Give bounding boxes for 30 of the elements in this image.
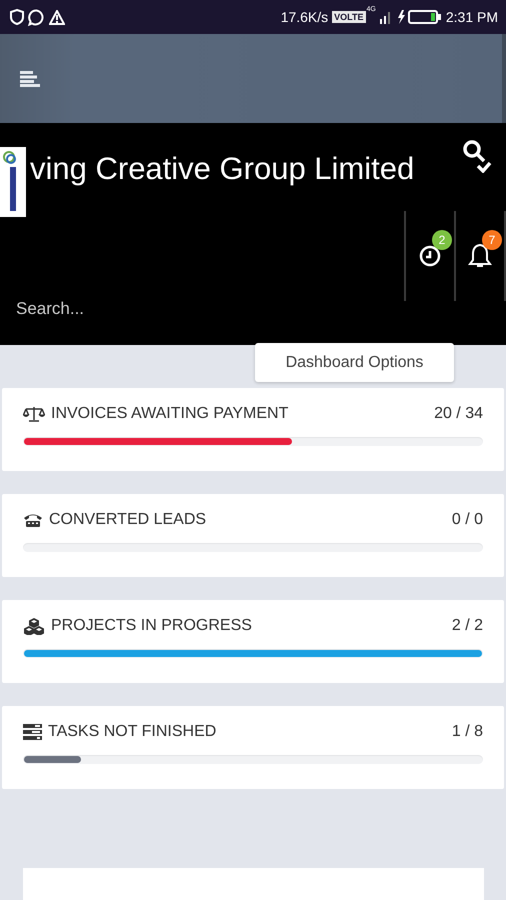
network-speed: 17.6K/s	[280, 9, 328, 25]
stat-value: 1 / 8	[452, 723, 483, 741]
chat-icon	[28, 8, 45, 26]
search-field[interactable]: Search...	[16, 299, 316, 319]
telephone-icon	[23, 512, 43, 528]
warning-icon	[49, 10, 65, 24]
stat-label: CONVERTED LEADS	[49, 511, 208, 529]
count-badge: 7	[482, 230, 502, 250]
signal-icon	[380, 10, 392, 24]
scales-icon	[23, 406, 45, 422]
clock-icon[interactable]	[418, 244, 442, 268]
volte-badge: VOLTE	[332, 11, 366, 23]
key-icon[interactable]	[462, 139, 492, 173]
stat-value: 2 / 2	[452, 617, 483, 635]
tasks-icon	[23, 724, 42, 740]
company-title: ving Creative Group Limited	[30, 151, 416, 187]
stat-value: 0 / 0	[452, 511, 483, 529]
bell-icon[interactable]	[468, 243, 492, 269]
battery-charging-icon	[396, 9, 442, 25]
cubes-icon	[23, 617, 45, 635]
stat-label: INVOICES AWAITING PAYMENT	[51, 405, 290, 423]
stat-label: PROJECTS IN PROGRESS	[51, 617, 253, 635]
stat-label: TASKS NOT FINISHED	[48, 723, 218, 741]
menu-icon[interactable]	[20, 70, 40, 86]
shield-icon	[10, 9, 24, 25]
count-badge: 2	[432, 230, 452, 250]
logo-icon	[0, 147, 26, 217]
stat-value: 20 / 34	[434, 405, 483, 423]
clock-time: 2:31 PM	[446, 9, 498, 25]
dashboard-options-button[interactable]: Dashboard Options	[255, 343, 454, 382]
